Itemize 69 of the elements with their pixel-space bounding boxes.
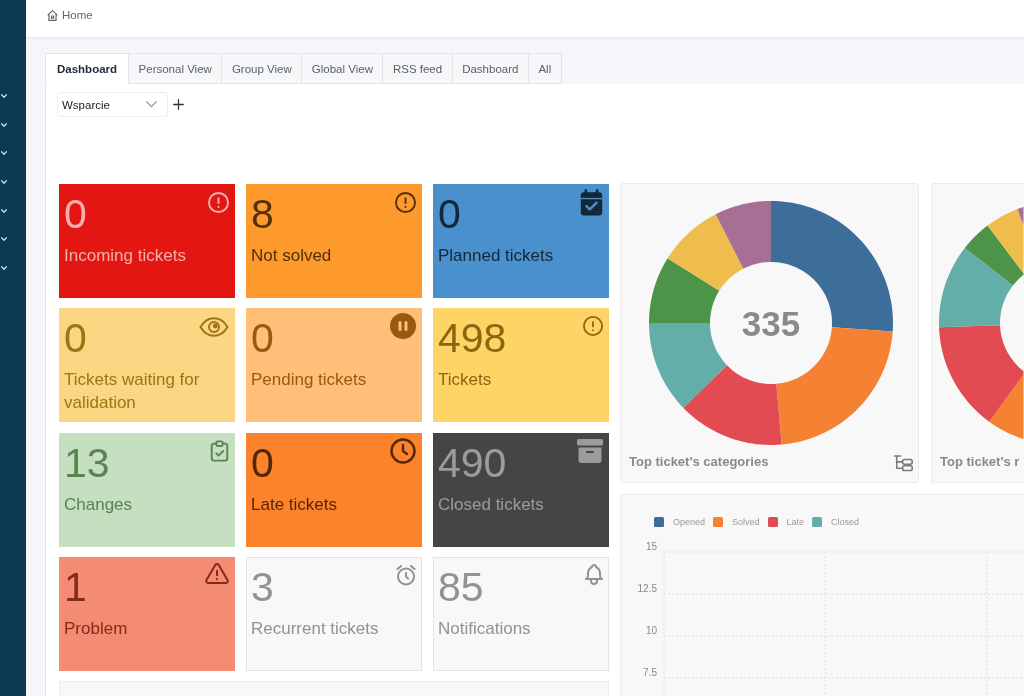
stat-label: Changes	[64, 493, 134, 516]
home-icon	[47, 9, 58, 21]
stat-value: 0	[64, 316, 88, 361]
tab[interactable]: All	[528, 53, 562, 84]
axis-tick-label: 12.5	[637, 583, 657, 594]
axis-tick-label: 7.5	[643, 667, 657, 678]
tab[interactable]: Dashboard	[45, 53, 130, 84]
chevron-down-icon[interactable]	[1, 93, 7, 98]
axis-tick-label: 15	[645, 541, 657, 552]
clipboard-check-icon	[210, 439, 229, 462]
tab[interactable]: Dashboard	[452, 53, 529, 84]
tab[interactable]: Group View	[222, 53, 303, 84]
plus-icon	[173, 99, 184, 110]
stat-value: 3	[251, 565, 275, 609]
chevron-down-icon	[146, 101, 157, 108]
chevron-down-icon[interactable]	[1, 208, 7, 213]
dashboard-select[interactable]: Wsparcie	[57, 92, 168, 117]
stat-label: Late tickets	[251, 493, 338, 516]
eye-icon	[199, 317, 229, 338]
donut-slice	[649, 258, 720, 323]
legend-label: Closed	[831, 516, 860, 528]
hierarchy-icon	[894, 455, 913, 472]
stat-label: Not solved	[251, 245, 333, 267]
stat-label: Tickets waiting for validation	[64, 369, 201, 415]
stat-label: Incoming tickets	[64, 245, 187, 267]
stat-label: Notifications	[438, 618, 532, 640]
axis-tick-label: 10	[645, 625, 657, 636]
widget-title: Top ticket's categories	[629, 453, 769, 469]
alert-circle-icon	[395, 192, 416, 213]
stat-label: Closed tickets	[438, 493, 545, 516]
stat-value: 1	[64, 565, 88, 609]
stat-value: 0	[64, 192, 88, 236]
stat-label: Problem	[64, 618, 129, 640]
chevron-down-icon[interactable]	[1, 151, 7, 156]
alert-circle-icon	[208, 192, 229, 213]
legend-label: Opened	[673, 516, 706, 528]
stat-label: Recurrent tickets	[251, 618, 380, 640]
stat-value: 0	[438, 192, 462, 236]
tab[interactable]: Personal View	[129, 53, 223, 84]
legend-label: Late	[786, 516, 805, 528]
stat-label: Tickets	[438, 369, 493, 392]
stat-label: Pending tickets	[251, 369, 368, 392]
stat-value: 85	[438, 565, 485, 609]
pause-icon	[390, 313, 416, 340]
stat-value: 498	[438, 316, 508, 361]
chevron-down-icon[interactable]	[1, 266, 7, 271]
bell-icon	[585, 564, 603, 585]
calendar-check-icon	[580, 189, 603, 216]
alert-circle-icon	[583, 316, 603, 337]
widget-title: Top ticket's r	[940, 453, 1020, 469]
stat-value: 8	[251, 192, 275, 236]
breadcrumb-link[interactable]: Home	[47, 8, 93, 22]
chevron-down-icon[interactable]	[1, 180, 7, 184]
tab[interactable]: Global View	[302, 53, 384, 84]
stat-label: Planned tickets	[438, 245, 555, 267]
clock-icon	[390, 437, 416, 464]
stat-value: 13	[64, 440, 111, 485]
chevron-down-icon[interactable]	[1, 122, 7, 127]
chevron-down-icon[interactable]	[1, 237, 7, 242]
archive-box-icon	[577, 438, 603, 463]
stat-value: 0	[251, 316, 275, 361]
tab[interactable]: RSS feed	[383, 53, 453, 84]
stat-value: 0	[251, 440, 275, 485]
add-button[interactable]	[173, 99, 184, 110]
legend-label: Solved	[732, 516, 760, 528]
stat-value: 490	[438, 440, 508, 485]
alarm-clock-icon	[396, 565, 416, 587]
donut-total: 335	[741, 303, 801, 343]
warning-icon	[205, 563, 229, 584]
